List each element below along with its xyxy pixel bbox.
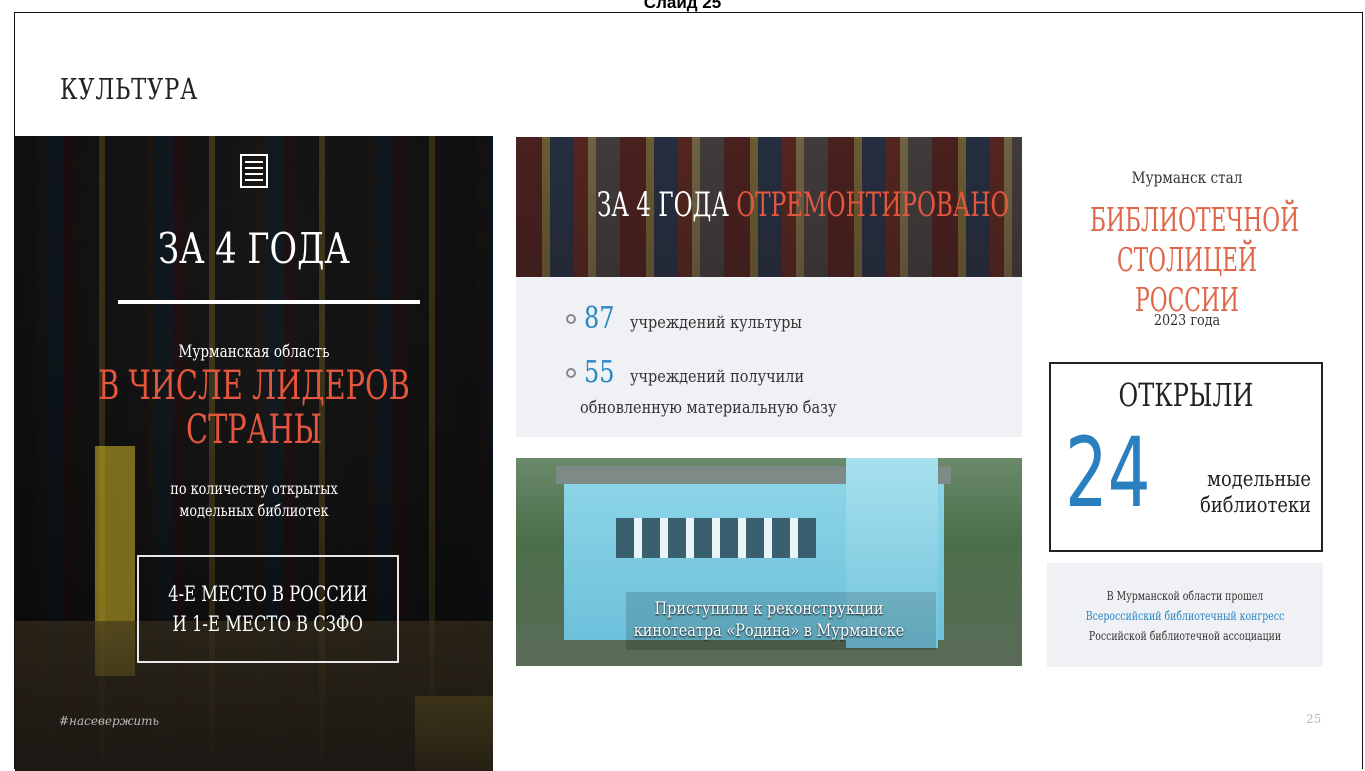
capital-line-2: СТОЛИЦЕЙ РОССИИ <box>1116 240 1258 319</box>
rank-text: 4-Е МЕСТО В РОССИИ И 1-Е МЕСТО В СЗФО <box>168 579 367 639</box>
leaders-subtitle: по количеству открытых модельных библиот… <box>63 478 445 522</box>
hashtag: #насевержить <box>59 714 159 728</box>
windows-shape <box>616 518 816 558</box>
book-icon <box>240 154 268 188</box>
library-capital-headline: БИБЛИОТЕЧНОЙ СТОЛИЦЕЙ РОССИИ <box>1089 200 1300 320</box>
opened-libraries-box: ОТКРЫЛИ 24 модельные библиотеки <box>1049 362 1323 552</box>
banner-text-white: ЗА 4 ГОДА <box>596 185 737 225</box>
leaders-line-1: В ЧИСЛЕ ЛИДЕРОВ <box>98 363 410 409</box>
subtitle-line-1: по количеству открытых <box>170 479 338 498</box>
murmansk-label: Мурманск стал <box>1131 168 1243 187</box>
photo-caption: Приступили к реконструкции кинотеатра «Р… <box>554 598 984 642</box>
region-label: Мурманская область <box>178 342 330 362</box>
banner-headline: ЗА 4 ГОДА ОТРЕМОНТИРОВАНО <box>596 185 1010 225</box>
stat-item: 87 учреждений культуры <box>566 301 832 336</box>
stat-item: 55 учреждений получили <box>566 355 835 390</box>
section-title: КУЛЬТУРА <box>60 72 198 106</box>
heading-divider <box>118 300 420 304</box>
banner-text-red: ОТРЕМОНТИРОВАНО <box>736 185 1010 225</box>
congress-line-3: Российской библиотечной ассоциации <box>1088 629 1282 643</box>
leaders-line-2: СТРАНЫ <box>186 407 322 453</box>
capital-line-1: БИБЛИОТЕЧНОЙ <box>1089 200 1300 239</box>
caption-line-2: кинотеатра «Родина» в Мурманске <box>633 621 905 641</box>
panel-heading: ЗА 4 ГОДА <box>158 224 350 273</box>
stat-number: 55 <box>584 355 615 390</box>
stat-text: учреждений культуры <box>630 313 803 333</box>
stat-text-continued: обновленную материальную базу <box>580 398 837 418</box>
libraries-count: 24 <box>1065 417 1151 529</box>
rank-box: 4-Е МЕСТО В РОССИИ И 1-Е МЕСТО В СЗФО <box>137 555 399 663</box>
bullet-icon <box>566 314 576 324</box>
bullet-icon <box>566 368 576 378</box>
stat-text: учреждений получили <box>630 367 805 387</box>
renovated-banner: ЗА 4 ГОДА ОТРЕМОНТИРОВАНО <box>516 137 1022 277</box>
page-number: 25 <box>1306 712 1322 726</box>
model-line-2: библиотеки <box>1200 493 1311 517</box>
congress-line-2: Всероссийский библиотечный конгресс <box>1085 609 1285 623</box>
rank-line-2: И 1-Е МЕСТО В СЗФО <box>172 612 364 636</box>
stat-number: 87 <box>584 301 615 336</box>
rank-line-1: 4-Е МЕСТО В РОССИИ <box>168 582 368 606</box>
left-hero-panel: ЗА 4 ГОДА Мурманская область В ЧИСЛЕ ЛИД… <box>15 136 493 771</box>
caption-line-1: Приступили к реконструкции <box>654 599 884 619</box>
congress-line-1: В Мурманской области прошел <box>1106 589 1264 603</box>
stats-panel: 87 учреждений культуры 55 учреждений пол… <box>516 277 1022 437</box>
leaders-headline: В ЧИСЛЕ ЛИДЕРОВ СТРАНЫ <box>82 364 426 452</box>
congress-note: В Мурманской области прошел Всероссийски… <box>1047 563 1323 667</box>
cinema-photo: Приступили к реконструкции кинотеатра «Р… <box>516 458 1022 666</box>
opened-label: ОТКРЫЛИ <box>1118 376 1254 414</box>
model-libraries-label: модельные библиотеки <box>1197 466 1311 518</box>
subtitle-line-2: модельных библиотек <box>179 501 329 520</box>
model-line-1: модельные <box>1207 467 1311 491</box>
year-label: 2023 года <box>1153 311 1221 329</box>
